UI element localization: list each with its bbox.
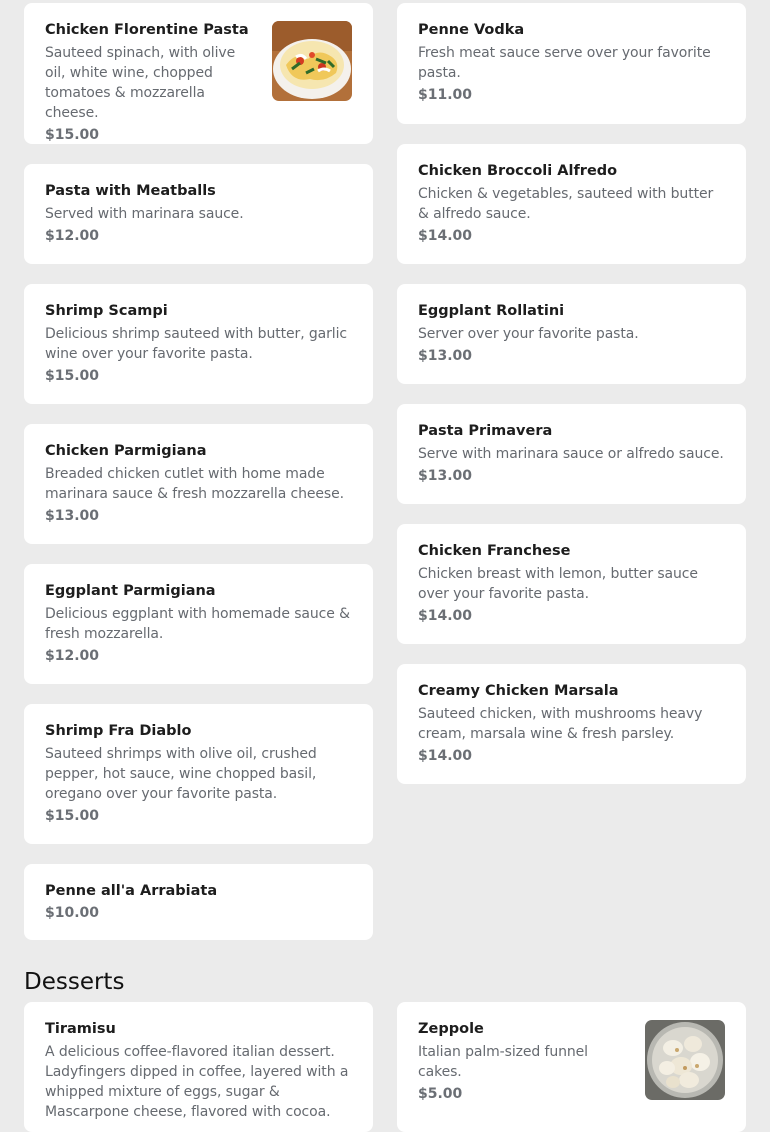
item-price: $14.00 — [418, 228, 473, 244]
item-description: Sauteed spinach, with olive oil, white w… — [45, 45, 236, 121]
item-name: Shrimp Fra Diablo — [45, 723, 192, 739]
item-name: Tiramisu — [45, 1021, 116, 1037]
item-price: $13.00 — [418, 348, 473, 364]
item-name: Eggplant Rollatini — [418, 303, 565, 319]
item-price: $12.00 — [45, 648, 100, 664]
menu-item-zeppole[interactable]: Zeppole Italian palm-sized funnel cakes.… — [397, 1002, 746, 1132]
menu-item-chicken-broccoli-alfredo[interactable]: Chicken Broccoli Alfredo Chicken & veget… — [397, 144, 746, 264]
item-description: Served with marinara sauce. — [45, 206, 244, 222]
item-description: Chicken & vegetables, sauteed with butte… — [418, 186, 714, 222]
menu-item-shrimp-fra-diablo[interactable]: Shrimp Fra Diablo Sauteed shrimps with o… — [24, 704, 373, 844]
item-description: Delicious eggplant with homemade sauce &… — [45, 606, 350, 642]
item-name: Chicken Parmigiana — [45, 443, 207, 459]
menu-item-creamy-chicken-marsala[interactable]: Creamy Chicken Marsala Sauteed chicken, … — [397, 664, 746, 784]
item-description: A delicious coffee-flavored italian dess… — [45, 1044, 349, 1120]
item-description: Sauteed chicken, with mushrooms heavy cr… — [418, 706, 703, 742]
item-description: Italian palm-sized funnel cakes. — [418, 1044, 588, 1080]
item-price: $15.00 — [45, 368, 100, 384]
item-price: $14.00 — [418, 608, 473, 624]
menu-item-chicken-parmigiana[interactable]: Chicken Parmigiana Breaded chicken cutle… — [24, 424, 373, 544]
menu-item-chicken-florentine-pasta[interactable]: Chicken Florentine Pasta Sauteed spinach… — [24, 3, 373, 144]
item-description: Breaded chicken cutlet with home made ma… — [45, 466, 344, 502]
zeppole-photo — [645, 1020, 725, 1100]
menu-item-tiramisu[interactable]: Tiramisu A delicious coffee-flavored ita… — [24, 1002, 373, 1132]
item-price: $13.00 — [418, 468, 473, 484]
menu-item-penne-arrabiata[interactable]: Penne all'a Arrabiata $10.00 — [24, 864, 373, 940]
menu-item-pasta-with-meatballs[interactable]: Pasta with Meatballs Served with marinar… — [24, 164, 373, 264]
item-name: Chicken Broccoli Alfredo — [418, 163, 618, 179]
section-title-desserts: Desserts — [24, 969, 125, 995]
item-name: Zeppole — [418, 1021, 484, 1037]
menu-item-eggplant-parmigiana[interactable]: Eggplant Parmigiana Delicious eggplant w… — [24, 564, 373, 684]
item-name: Pasta with Meatballs — [45, 183, 216, 199]
item-price: $10.00 — [45, 905, 100, 921]
menu-item-shrimp-scampi[interactable]: Shrimp Scampi Delicious shrimp sauteed w… — [24, 284, 373, 404]
menu-item-chicken-franchese[interactable]: Chicken Franchese Chicken breast with le… — [397, 524, 746, 644]
item-price: $14.00 — [418, 748, 473, 764]
item-description: Delicious shrimp sauteed with butter, ga… — [45, 326, 347, 362]
item-name: Shrimp Scampi — [45, 303, 168, 319]
menu-item-penne-vodka[interactable]: Penne Vodka Fresh meat sauce serve over … — [397, 3, 746, 124]
item-name: Penne Vodka — [418, 22, 525, 38]
item-price: $15.00 — [45, 127, 100, 143]
item-name: Chicken Florentine Pasta — [45, 22, 249, 38]
chicken-florentine-pasta-photo — [272, 21, 352, 101]
item-price: $13.00 — [45, 508, 100, 524]
item-price: $12.00 — [45, 228, 100, 244]
item-name: Chicken Franchese — [418, 543, 571, 559]
item-price: $11.00 — [418, 87, 473, 103]
menu-item-pasta-primavera[interactable]: Pasta Primavera Serve with marinara sauc… — [397, 404, 746, 504]
item-description: Server over your favorite pasta. — [418, 326, 639, 342]
item-name: Penne all'a Arrabiata — [45, 883, 218, 899]
item-name: Creamy Chicken Marsala — [418, 683, 619, 699]
item-description: Chicken breast with lemon, butter sauce … — [418, 566, 698, 602]
item-name: Pasta Primavera — [418, 423, 553, 439]
item-name: Eggplant Parmigiana — [45, 583, 216, 599]
item-description: Fresh meat sauce serve over your favorit… — [418, 45, 711, 81]
item-price: $15.00 — [45, 808, 100, 824]
item-price: $5.00 — [418, 1086, 463, 1102]
item-description: Serve with marinara sauce or alfredo sau… — [418, 446, 724, 462]
item-description: Sauteed shrimps with olive oil, crushed … — [45, 746, 317, 802]
menu-item-eggplant-rollatini[interactable]: Eggplant Rollatini Server over your favo… — [397, 284, 746, 384]
